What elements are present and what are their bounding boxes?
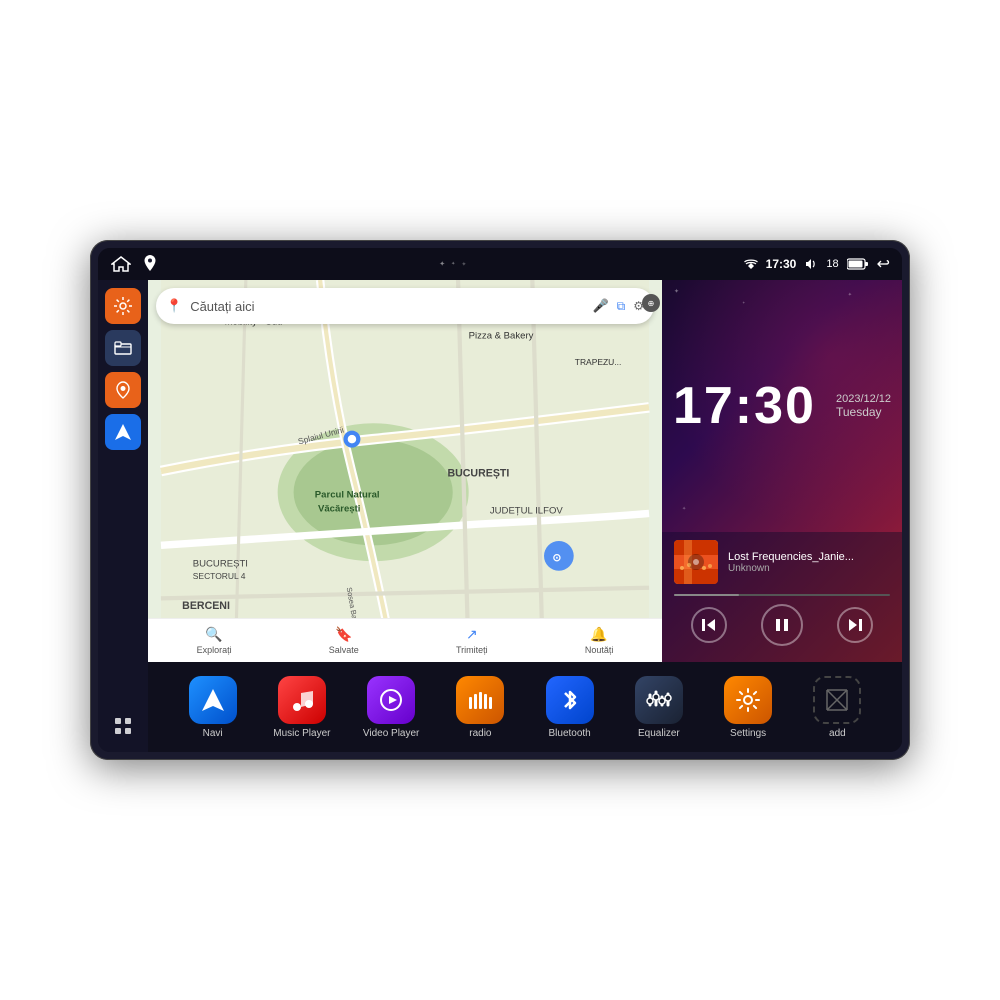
clock-date-text: 2023/12/12 <box>836 393 891 405</box>
radio-label: radio <box>469 728 491 739</box>
music-progress-fill <box>674 594 739 596</box>
navi-label: Navi <box>203 728 223 739</box>
map-svg: AXIS Premium Mobility - Sud Pizza & Bake… <box>148 280 662 662</box>
app-settings[interactable]: Settings <box>713 676 783 739</box>
volume-icon <box>804 258 818 270</box>
music-artist: Unknown <box>728 563 890 574</box>
map-extra-btn[interactable]: ⊕ <box>642 294 660 312</box>
music-controls <box>674 604 890 646</box>
app-bluetooth[interactable]: Bluetooth <box>535 676 605 739</box>
clock-date-display: 2023/12/12 Tuesday <box>836 393 891 419</box>
map-news-btn[interactable]: 🔔 Noutăți <box>585 626 614 655</box>
car-head-unit: ✦ ✦ ✦ 17:30 18 <box>90 240 910 760</box>
app-music[interactable]: Music Player <box>267 676 337 739</box>
star-deco-4: ✦ <box>682 506 686 512</box>
sidebar-files[interactable] <box>105 330 141 366</box>
status-bar: ✦ ✦ ✦ 17:30 18 <box>98 248 902 280</box>
map-search-bar[interactable]: 📍 Căutați aici 🎤 ⧉ ⚙ ⊕ <box>156 288 654 324</box>
equalizer-icon <box>635 676 683 724</box>
app-radio[interactable]: radio <box>445 676 515 739</box>
map-saved-btn[interactable]: 🔖 Salvate <box>329 626 359 655</box>
music-widget: Lost Frequencies_Janie... Unknown <box>662 532 902 662</box>
layers-icon[interactable]: ⧉ <box>617 299 626 314</box>
back-button[interactable]: ↩ <box>877 254 890 274</box>
map-pin-button[interactable] <box>142 254 162 274</box>
star-deco-1: ✦ <box>674 288 679 295</box>
clock-day-text: Tuesday <box>836 405 891 419</box>
main-content: AXIS Premium Mobility - Sud Pizza & Bake… <box>98 280 902 752</box>
svg-text:⊙: ⊙ <box>552 552 561 564</box>
star-deco-3: ✦ <box>848 292 852 298</box>
svg-text:Văcărești: Văcărești <box>318 503 360 514</box>
settings-icon <box>724 676 772 724</box>
music-album-art <box>674 540 718 584</box>
next-button[interactable] <box>837 607 873 643</box>
music-player-label: Music Player <box>273 728 330 739</box>
music-info: Lost Frequencies_Janie... Unknown <box>674 540 890 584</box>
app-navi[interactable]: Navi <box>178 676 248 739</box>
search-placeholder-text: Căutați aici <box>190 299 584 314</box>
status-right: 17:30 18 ↩ <box>744 254 890 274</box>
bluetooth-label: Bluetooth <box>548 728 590 739</box>
status-stars: ✦ ✦ ✦ <box>439 260 466 268</box>
star-deco-2: ✦ <box>742 300 745 305</box>
sidebar-nav-arrow[interactable] <box>105 414 141 450</box>
screen: ✦ ✦ ✦ 17:30 18 <box>98 248 902 752</box>
status-left <box>110 254 162 274</box>
svg-text:JUDEȚUL ILFOV: JUDEȚUL ILFOV <box>490 505 563 516</box>
sidebar-grid[interactable] <box>105 708 141 744</box>
bluetooth-icon <box>546 676 594 724</box>
time-display: 17:30 <box>766 257 797 271</box>
video-icon <box>367 676 415 724</box>
svg-text:Parcul Natural: Parcul Natural <box>315 490 380 501</box>
svg-text:BUCUREȘTI: BUCUREȘTI <box>447 467 509 479</box>
wifi-icon <box>744 258 758 270</box>
battery-icon <box>847 258 869 270</box>
clock-time-display: 17:30 <box>673 376 816 436</box>
app-video[interactable]: Video Player <box>356 676 426 739</box>
pause-button[interactable] <box>761 604 803 646</box>
settings-label: Settings <box>730 728 766 739</box>
svg-text:TRAPEZU...: TRAPEZU... <box>575 357 622 367</box>
radio-icon <box>456 676 504 724</box>
map-share-btn[interactable]: ↗ Trimiteți <box>456 626 488 655</box>
video-player-label: Video Player <box>363 728 420 739</box>
music-details: Lost Frequencies_Janie... Unknown <box>728 551 890 574</box>
add-icon <box>813 676 861 724</box>
sidebar-navigation[interactable] <box>105 372 141 408</box>
prev-button[interactable] <box>691 607 727 643</box>
app-equalizer[interactable]: Equalizer <box>624 676 694 739</box>
google-maps-pin-icon: 📍 <box>166 298 182 314</box>
svg-text:SECTORUL 4: SECTORUL 4 <box>193 571 246 581</box>
music-progress-bar[interactable] <box>674 594 890 596</box>
apps-row: Navi Music Player <box>148 662 902 752</box>
app-add[interactable]: add <box>802 676 872 739</box>
home-button[interactable] <box>110 255 132 273</box>
svg-text:BUCUREȘTI: BUCUREȘTI <box>193 559 248 570</box>
navi-icon <box>189 676 237 724</box>
music-icon <box>278 676 326 724</box>
right-panel: ✦ ✦ ✦ ✦ 17:30 2023/12/12 Tuesday <box>662 280 902 662</box>
sidebar-settings[interactable] <box>105 288 141 324</box>
svg-text:Pizza & Bakery: Pizza & Bakery <box>469 330 534 341</box>
map-toolbar: 🔍 Explorați 🔖 Salvate ↗ Trimiteți <box>148 618 662 662</box>
add-label: add <box>829 728 846 739</box>
map-panel[interactable]: AXIS Premium Mobility - Sud Pizza & Bake… <box>148 280 662 662</box>
top-panels: AXIS Premium Mobility - Sud Pizza & Bake… <box>148 280 902 662</box>
map-explore-btn[interactable]: 🔍 Explorați <box>197 626 232 655</box>
signal-number: 18 <box>826 258 838 270</box>
svg-text:BERCENI: BERCENI <box>182 600 230 612</box>
music-title: Lost Frequencies_Janie... <box>728 551 890 563</box>
clock-widget: ✦ ✦ ✦ ✦ 17:30 2023/12/12 Tuesday <box>662 280 902 532</box>
microphone-icon[interactable]: 🎤 <box>592 298 608 314</box>
center-area: AXIS Premium Mobility - Sud Pizza & Bake… <box>148 280 902 752</box>
equalizer-label: Equalizer <box>638 728 680 739</box>
sidebar <box>98 280 148 752</box>
